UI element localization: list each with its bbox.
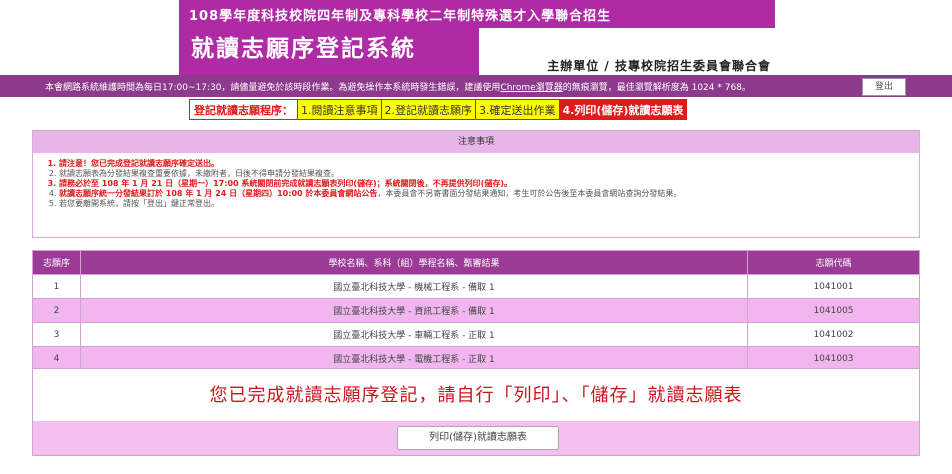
cell-order: 1 <box>32 274 81 299</box>
cell-order: 4 <box>32 346 81 371</box>
system-title: 就讀志願序登記系統 <box>191 36 416 62</box>
notice-text-after: 的無痕瀏覽，最佳瀏覽解析度為 1024 * 768。 <box>562 83 751 93</box>
cell-order: 2 <box>32 298 81 323</box>
notice-text: 本會網路系統維護時間為每日17:00~17:30，請儘量避免於該時段作業。為避免… <box>45 80 751 93</box>
notes-list: 請注意！您已完成登記就讀志願序確定送出。 就讀志願表為分發結果複查重要依據，未繳… <box>33 159 919 209</box>
note-item: 若您要離開系統，請按「登出」鍵正常登出。 <box>59 199 919 209</box>
cell-name: 國立臺北科技大學 - 資訊工程系 - 備取 1 <box>80 298 748 323</box>
cell-code: 1041003 <box>747 346 920 371</box>
completion-message: 您已完成就讀志願序登記，請自行「列印」、「儲存」就讀志願表 <box>209 385 743 406</box>
logout-button[interactable]: 登出 <box>862 78 906 96</box>
cell-name: 國立臺北科技大學 - 車輛工程系 - 正取 1 <box>80 322 748 347</box>
note-item-highlight: 就讀志願序統一分發結果訂於 108 年 1 月 24 日（星期四）10:00 於… <box>59 189 378 198</box>
note-item: 請務必於至 108 年 1 月 21 日（星期一）17:00 系統關閉前完成就讀… <box>59 179 919 189</box>
notes-header: 注意事項 <box>33 131 919 153</box>
notes-panel: 注意事項 請注意！您已完成登記就讀志願序確定送出。 就讀志願表為分發結果複查重要… <box>32 130 920 238</box>
table-header-row: 志願序 學校名稱、系科（組）學程名稱、甄審結果 志願代碼 <box>32 250 920 275</box>
exam-subtitle: 108學年度科技校院四年制及專科學校二年制特殊選才入學聯合招生 <box>189 9 612 24</box>
print-save-button[interactable]: 列印(儲存)就讀志願表 <box>397 426 559 450</box>
step-3: 3.確定送出作業 <box>475 100 559 119</box>
step-4-active: 4.列印(儲存)就讀志願表 <box>558 100 687 119</box>
table-row: 3 國立臺北科技大學 - 車輛工程系 - 正取 1 1041002 <box>32 322 920 347</box>
col-header-name: 學校名稱、系科（組）學程名稱、甄審結果 <box>80 250 748 275</box>
cell-order: 3 <box>32 322 81 347</box>
note-item: 請注意！您已完成登記就讀志願序確定送出。 <box>59 159 919 169</box>
chrome-link[interactable]: Chrome瀏覽器 <box>500 83 562 93</box>
organizer-label: 主辦單位 / 技專校院招生委員會聯合會 <box>547 59 771 73</box>
notice-text-before: 本會網路系統維護時間為每日17:00~17:30，請儘量避免於該時段作業。為避免… <box>45 83 501 93</box>
col-header-order: 志願序 <box>32 250 81 275</box>
cell-code: 1041001 <box>747 274 920 299</box>
step-1: 1.閱讀注意事項 <box>297 100 381 119</box>
cell-name: 國立臺北科技大學 - 機械工程系 - 備取 1 <box>80 274 748 299</box>
cell-code: 1041002 <box>747 322 920 347</box>
print-button-row: 列印(儲存)就讀志願表 <box>33 421 919 455</box>
wish-table: 志願序 學校名稱、系科（組）學程名稱、甄審結果 志願代碼 1 國立臺北科技大學 … <box>32 250 920 371</box>
table-row: 1 國立臺北科技大學 - 機械工程系 - 備取 1 1041001 <box>32 274 920 299</box>
note-item-rest: ，本委員會不另寄書面分發結果通知，考生可於公告後至本委員會網站查詢分發結果。 <box>377 189 682 198</box>
note-item: 就讀志願表為分發結果複查重要依據，未繳附者，日後不得申請分發結果複查。 <box>59 169 919 179</box>
cell-name: 國立臺北科技大學 - 電機工程系 - 正取 1 <box>80 346 748 371</box>
notice-bar: 本會網路系統維護時間為每日17:00~17:30，請儘量避免於該時段作業。為避免… <box>0 75 952 97</box>
step-2: 2.登記就讀志願序 <box>380 100 475 119</box>
header-banner: 108學年度科技校院四年制及專科學校二年制特殊選才入學聯合招生 就讀志願序登記系… <box>179 0 775 75</box>
table-row: 2 國立臺北科技大學 - 資訊工程系 - 備取 1 1041005 <box>32 298 920 323</box>
steps-progress: 登記就讀志願程序： 1.閱讀注意事項 2.登記就讀志願序 3.確定送出作業 4.… <box>189 99 688 120</box>
note-item: 就讀志願序統一分發結果訂於 108 年 1 月 24 日（星期四）10:00 於… <box>59 189 919 199</box>
finish-panel: 您已完成就讀志願序登記，請自行「列印」、「儲存」就讀志願表 列印(儲存)就讀志願… <box>32 368 920 456</box>
col-header-code: 志願代碼 <box>747 250 920 275</box>
steps-lead-label: 登記就讀志願程序： <box>190 100 297 119</box>
cell-code: 1041005 <box>747 298 920 323</box>
table-row: 4 國立臺北科技大學 - 電機工程系 - 正取 1 1041003 <box>32 346 920 371</box>
